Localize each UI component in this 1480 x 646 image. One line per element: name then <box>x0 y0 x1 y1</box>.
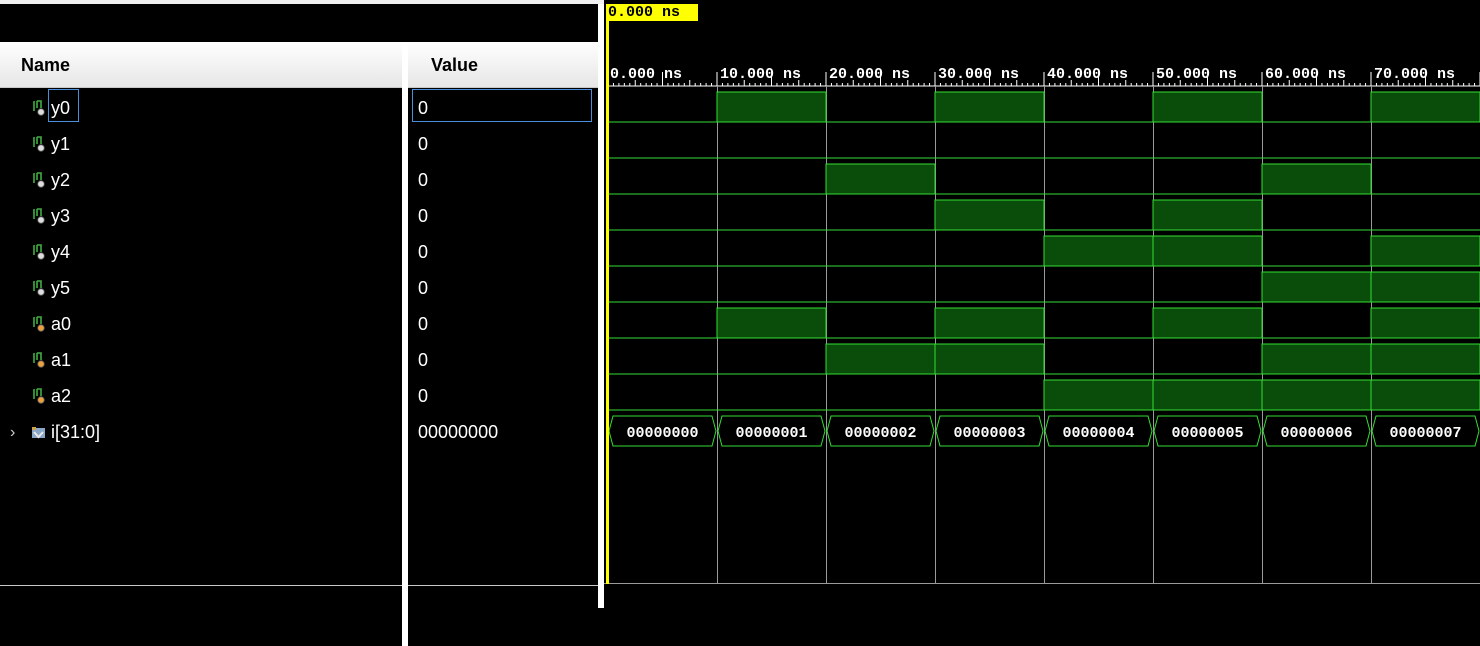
signal-name: a0 <box>51 314 72 334</box>
timeline-tick-label: 40.000 ns <box>1047 66 1129 83</box>
wave-high-segment <box>1152 379 1263 411</box>
wave-high-segment <box>1261 343 1372 375</box>
signal-name: y0 <box>51 98 71 118</box>
wave-high-segment <box>825 163 936 195</box>
wave-high-segment <box>825 343 936 375</box>
bus-icon <box>32 427 45 439</box>
signal-value: 0 <box>418 386 429 406</box>
bus-segment-label: 00000005 <box>1171 425 1243 442</box>
wave-high-segment <box>1152 199 1263 231</box>
signal-row-bus[interactable]: i[31:0] <box>0 414 400 450</box>
wave-high-segment <box>716 91 827 123</box>
wave-high-segment <box>1261 163 1372 195</box>
output-signal-icon <box>33 172 45 188</box>
wave-high-segment <box>1043 235 1154 267</box>
bus-value: 00000000 <box>418 422 499 442</box>
value-header-label: Value <box>431 55 479 75</box>
bus-segment-label: 00000002 <box>844 425 916 442</box>
signal-row-y3[interactable]: y3 <box>0 198 400 234</box>
wave-high-segment <box>1152 307 1263 339</box>
wave-high-segment <box>934 307 1045 339</box>
signal-value: 0 <box>418 242 429 262</box>
wave-high-segment <box>1261 271 1372 303</box>
wave-high-segment <box>1370 307 1480 339</box>
signal-row-a0[interactable]: a0 <box>0 306 400 342</box>
timeline-tick-label: 70.000 ns <box>1374 66 1456 83</box>
signal-row-y5[interactable]: y5 <box>0 270 400 306</box>
timeline-tick-label: 30.000 ns <box>938 66 1020 83</box>
signal-value: 0 <box>418 278 429 298</box>
signal-name: y2 <box>51 170 71 190</box>
signal-name: y4 <box>51 242 71 262</box>
output-signal-icon <box>33 136 45 152</box>
bus-segment-label: 00000001 <box>735 425 807 442</box>
signal-name: y5 <box>51 278 71 298</box>
bus-segment-label: 00000003 <box>953 425 1025 442</box>
wave-high-segment <box>934 343 1045 375</box>
signal-name: y1 <box>51 134 71 154</box>
name-column-header[interactable]: Name <box>0 42 402 88</box>
wave-high-segment <box>716 307 827 339</box>
wave-high-segment <box>1152 235 1263 267</box>
wave-high-segment <box>1370 91 1480 123</box>
time-cursor[interactable] <box>606 4 609 584</box>
signal-value: 0 <box>418 134 429 154</box>
waveform-canvas[interactable]: 00000000 00000001 00000002 00000003 00000004… <box>604 0 1480 646</box>
signal-name: y3 <box>51 206 71 226</box>
wave-high-segment <box>1261 379 1372 411</box>
timeline-tick-label: 60.000 ns <box>1265 66 1347 83</box>
bus-segment-label: 00000000 <box>626 425 698 442</box>
bus-segment-label: 00000004 <box>1062 425 1134 442</box>
timeline-tick-label: 10.000 ns <box>720 66 802 83</box>
signal-value: 0 <box>418 350 429 370</box>
wave-high-segment <box>1370 343 1480 375</box>
cursor-time-label: 0.000 ns <box>608 4 681 21</box>
selected-value-highlight <box>412 89 592 122</box>
value-column-header[interactable]: Value <box>408 42 598 88</box>
values-bottom-divider <box>408 585 598 586</box>
signal-row-y0[interactable]: y0 <box>0 90 400 126</box>
wave-high-segment <box>1370 271 1480 303</box>
timeline-tick-label: 50.000 ns <box>1156 66 1238 83</box>
bus-segment-label: 00000006 <box>1280 425 1352 442</box>
bus-segment-label: 00000007 <box>1389 425 1461 442</box>
output-signal-icon <box>33 280 45 296</box>
wave-high-segment <box>1043 379 1154 411</box>
output-signal-icon <box>33 100 45 116</box>
wave-high-segment <box>1370 235 1480 267</box>
output-signal-icon <box>33 244 45 260</box>
input-signal-icon <box>33 352 45 368</box>
signal-row-y4[interactable]: y4 <box>0 234 400 270</box>
wave-high-segment <box>934 91 1045 123</box>
output-signal-icon <box>33 208 45 224</box>
signal-row-a1[interactable]: a1 <box>0 342 400 378</box>
signal-row-y1[interactable]: y1 <box>0 126 400 162</box>
timeline-tick-label: 0.000 ns <box>610 66 683 83</box>
wave-high-segment <box>934 199 1045 231</box>
signal-row-y2[interactable]: y2 <box>0 162 400 198</box>
signal-row-a2[interactable]: a2 <box>0 378 400 414</box>
bus-name: i[31:0] <box>51 422 101 442</box>
wave-high-segment <box>1152 91 1263 123</box>
name-value-splitter[interactable] <box>402 42 408 646</box>
objects-bottom-divider <box>0 585 402 586</box>
input-signal-icon <box>33 388 45 404</box>
signal-name: a2 <box>51 386 72 406</box>
input-signal-icon <box>33 316 45 332</box>
signal-value: 0 <box>418 314 429 334</box>
signal-value: 0 <box>418 170 429 190</box>
wave-high-segment <box>1370 379 1480 411</box>
signal-name: a1 <box>51 350 72 370</box>
signal-value: 0 <box>418 206 429 226</box>
signal-value: 0 <box>418 98 429 118</box>
timeline-tick-label: 20.000 ns <box>829 66 911 83</box>
name-header-label: Name <box>21 55 71 75</box>
